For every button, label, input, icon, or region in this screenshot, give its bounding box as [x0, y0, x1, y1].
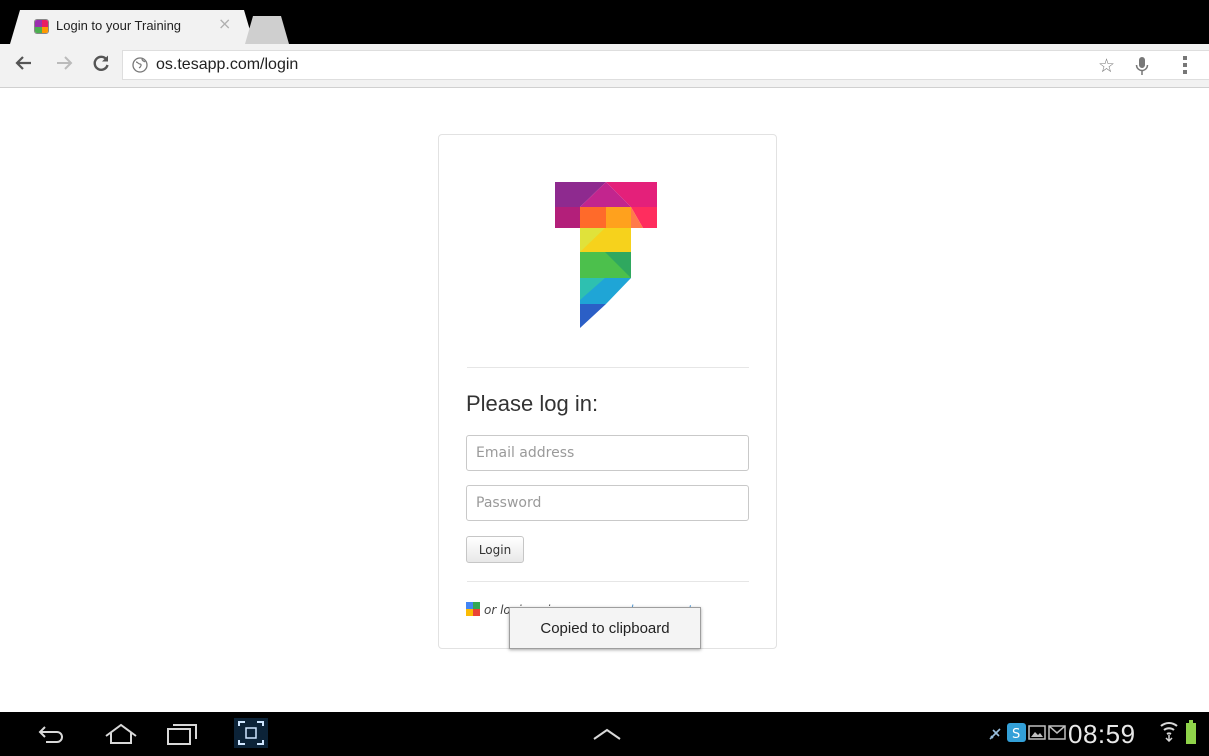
- battery-icon: [1186, 720, 1196, 748]
- chevron-up-icon[interactable]: [592, 726, 622, 745]
- tab-strip: Login to your Training ×: [0, 0, 1209, 44]
- home-icon[interactable]: [104, 722, 138, 750]
- system-bar: S 08:59: [0, 712, 1209, 756]
- back-arrow-icon[interactable]: [14, 53, 34, 78]
- clipboard-toast: Copied to clipboard: [509, 607, 701, 649]
- card-divider: [467, 367, 749, 368]
- screenshot-icon[interactable]: [234, 718, 268, 752]
- login-button[interactable]: Login: [466, 536, 524, 563]
- site-favicon-icon: [34, 19, 49, 34]
- address-bar[interactable]: os.tesapp.com/login ☆: [122, 50, 1209, 80]
- bookmark-star-icon[interactable]: ☆: [1098, 55, 1115, 77]
- usb-debug-icon: [988, 726, 1002, 745]
- google-icon: [466, 602, 480, 616]
- email-field[interactable]: [466, 435, 749, 471]
- microphone-icon[interactable]: [1135, 56, 1149, 81]
- tablet-screen: Login to your Training × os.tesapp.com/l…: [0, 0, 1209, 756]
- login-card: Please log in: Login or login using your…: [438, 134, 777, 649]
- page-title: Please log in:: [466, 391, 599, 416]
- tab-title: Login to your Training: [56, 18, 182, 33]
- tesapp-logo: [555, 182, 657, 328]
- password-field[interactable]: [466, 485, 749, 521]
- tab-close-icon[interactable]: ×: [218, 16, 231, 32]
- new-tab-button[interactable]: [245, 16, 289, 44]
- back-icon[interactable]: [36, 722, 66, 750]
- globe-icon: [132, 57, 148, 73]
- forward-arrow-icon[interactable]: [54, 53, 74, 78]
- clock: 08:59: [1068, 719, 1136, 749]
- svg-text:S: S: [1012, 727, 1020, 742]
- reload-icon[interactable]: [91, 53, 111, 78]
- recent-apps-icon[interactable]: [166, 722, 198, 750]
- browser-toolbar: os.tesapp.com/login ☆: [0, 44, 1209, 88]
- menu-overflow-icon[interactable]: [1181, 54, 1189, 81]
- image-notification-icon: [1028, 725, 1046, 744]
- skype-icon: S: [1007, 723, 1026, 746]
- address-url: os.tesapp.com/login: [156, 56, 299, 73]
- browser-tab[interactable]: Login to your Training ×: [10, 10, 254, 44]
- card-divider: [467, 581, 749, 582]
- wifi-icon: [1160, 720, 1178, 746]
- gmail-icon: [1048, 725, 1066, 744]
